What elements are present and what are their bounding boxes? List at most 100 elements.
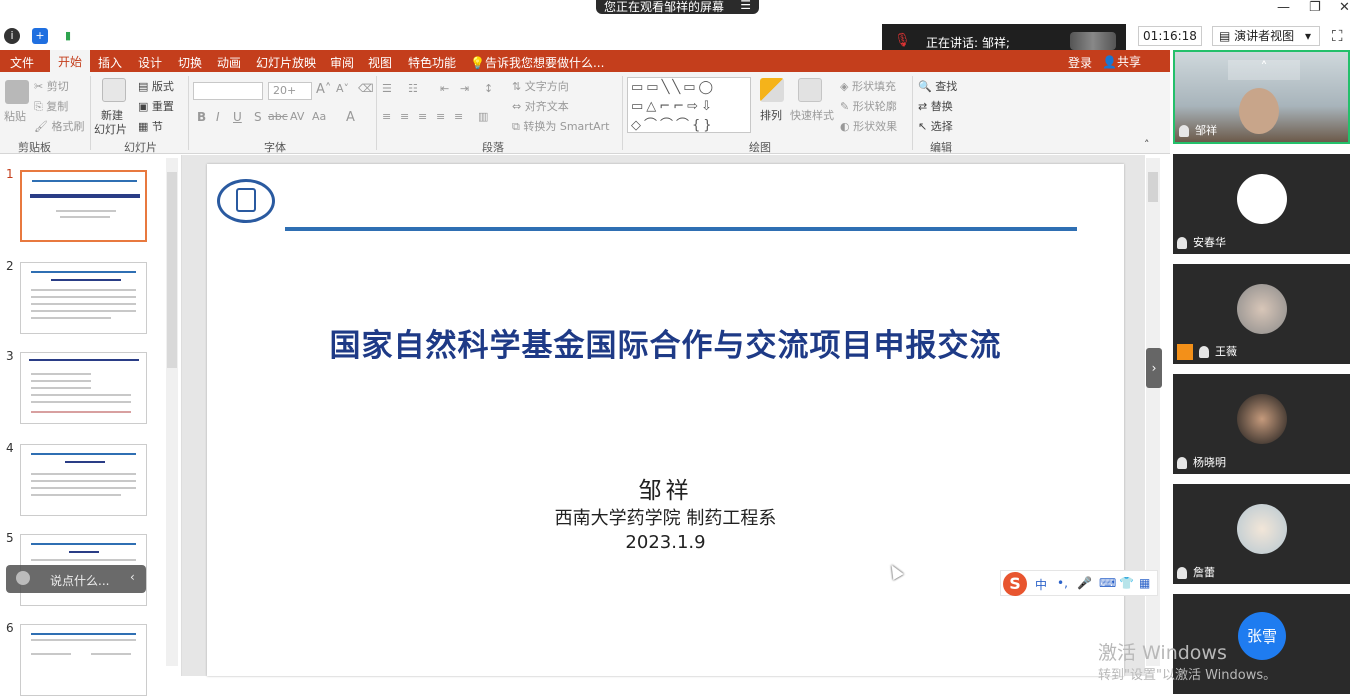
collapse-ribbon-icon[interactable]: ˄: [1144, 138, 1150, 151]
participant-tile[interactable]: 詹蕾: [1173, 484, 1350, 584]
sogou-logo-icon[interactable]: S: [1003, 572, 1027, 596]
voice-input-icon[interactable]: 🎤: [1077, 576, 1092, 590]
skin-icon[interactable]: 👕: [1119, 576, 1134, 590]
arrange-icon[interactable]: [760, 78, 784, 102]
copy-button[interactable]: ⎘ 复制: [34, 98, 68, 114]
arrange-label[interactable]: 排列: [760, 107, 782, 123]
maximize-icon[interactable]: ❐: [1309, 0, 1321, 15]
select-button[interactable]: ↖ 选择: [918, 118, 953, 134]
align-center-icon[interactable]: ≡: [400, 110, 409, 123]
toolbox-icon[interactable]: ▦: [1139, 576, 1150, 590]
find-button[interactable]: 🔍 查找: [918, 78, 957, 94]
quick-styles-label[interactable]: 快速样式: [790, 107, 834, 123]
layout-button[interactable]: ▤ 版式: [138, 78, 174, 94]
new-slide-icon[interactable]: [102, 78, 126, 102]
tab-special-features[interactable]: 特色功能: [408, 54, 456, 71]
tab-animations[interactable]: 动画: [217, 54, 241, 71]
quick-styles-icon[interactable]: [798, 78, 822, 102]
security-shield-icon[interactable]: +: [32, 28, 48, 44]
new-slide-label-2[interactable]: 幻灯片: [94, 121, 127, 137]
tab-view[interactable]: 视图: [368, 54, 392, 71]
tell-me-search[interactable]: 💡告诉我您想要做什么...: [470, 54, 604, 71]
replace-button[interactable]: ⇄ 替换: [918, 98, 953, 114]
minimize-icon[interactable]: —: [1277, 0, 1290, 15]
ime-chinese-mode[interactable]: 中: [1035, 576, 1047, 593]
text-direction-button[interactable]: ⇅ 文字方向: [512, 78, 569, 94]
numbering-icon[interactable]: ☷: [408, 82, 418, 95]
tab-slideshow[interactable]: 幻灯片放映: [256, 54, 316, 71]
shape-effects-button[interactable]: ◐ 形状效果: [840, 118, 897, 134]
chat-input-box[interactable]: 说点什么... ‹: [6, 565, 146, 593]
decrease-indent-icon[interactable]: ⇤: [440, 82, 449, 95]
current-slide[interactable]: 国家自然科学基金国际合作与交流项目申报交流 邹祥 西南大学药学院 制药工程系 2…: [207, 164, 1124, 676]
scroll-up-icon[interactable]: ˄: [1228, 60, 1300, 80]
cut-button[interactable]: ✂ 剪切: [34, 78, 69, 94]
collapse-panel-button[interactable]: ›: [1146, 348, 1162, 388]
increase-indent-icon[interactable]: ⇥: [460, 82, 469, 95]
format-painter-button[interactable]: 🖌 格式刷: [34, 118, 84, 134]
slide-thumbnail-6[interactable]: [20, 624, 147, 696]
shape-fill-button[interactable]: ◈ 形状填充: [840, 78, 896, 94]
change-case-icon[interactable]: Aa: [312, 110, 326, 123]
shapes-gallery[interactable]: ▭▭╲╲▭◯ ▭△⌐⌐⇨⇩ ◇⌒⌒⌒{}: [627, 77, 751, 133]
tab-review[interactable]: 审阅: [330, 54, 354, 71]
close-icon[interactable]: ✕: [1339, 0, 1350, 15]
tab-file[interactable]: 文件: [10, 54, 34, 71]
participant-tile[interactable]: 杨晓明: [1173, 374, 1350, 474]
scrollbar-thumb[interactable]: [167, 172, 177, 368]
align-text-button[interactable]: ⇔ 对齐文本: [512, 98, 569, 114]
emoji-icon[interactable]: [16, 571, 30, 585]
grow-font-icon[interactable]: A˄: [316, 82, 331, 97]
reset-button[interactable]: ▣ 重置: [138, 98, 174, 114]
bullets-icon[interactable]: ☰: [382, 82, 392, 95]
chevron-left-icon[interactable]: ‹: [130, 570, 135, 584]
slide-thumbnail-4[interactable]: [20, 444, 147, 516]
thumbnails-scrollbar[interactable]: [166, 158, 178, 666]
tab-design[interactable]: 设计: [138, 54, 162, 71]
shape-outline-button[interactable]: ✎ 形状轮廓: [840, 98, 897, 114]
distributed-icon[interactable]: ≡: [454, 110, 463, 123]
line-spacing-icon[interactable]: ↕: [484, 82, 493, 95]
font-family-box[interactable]: [193, 82, 263, 100]
shrink-font-icon[interactable]: A˅: [336, 82, 349, 95]
italic-icon[interactable]: I: [216, 110, 220, 124]
shadow-icon[interactable]: S: [254, 110, 262, 124]
tab-home[interactable]: 开始: [50, 50, 91, 72]
strikethrough-icon[interactable]: abc: [268, 110, 288, 123]
tab-insert[interactable]: 插入: [98, 54, 122, 71]
presenter-view-button[interactable]: ▤ 演讲者视图 ▾: [1212, 26, 1320, 46]
columns-icon[interactable]: ▥: [478, 110, 488, 123]
slide-thumbnail-2[interactable]: [20, 262, 147, 334]
participant-tile[interactable]: 王薇: [1173, 264, 1350, 364]
info-icon[interactable]: i: [4, 28, 20, 44]
slide-author[interactable]: 邹祥: [207, 471, 1124, 505]
underline-icon[interactable]: U: [233, 110, 242, 124]
slide-affiliation[interactable]: 西南大学药学院 制药工程系: [207, 504, 1124, 530]
align-right-icon[interactable]: ≡: [418, 110, 427, 123]
scroll-down-icon[interactable]: ˅: [1238, 640, 1298, 654]
punctuation-icon[interactable]: •,: [1057, 576, 1068, 590]
paste-label[interactable]: 粘贴: [4, 108, 26, 124]
slide-thumbnail-3[interactable]: [20, 352, 147, 424]
smartart-button[interactable]: ⧉ 转换为 SmartArt: [512, 118, 610, 134]
tab-transitions[interactable]: 切换: [178, 54, 202, 71]
slide-thumbnail-1[interactable]: [20, 170, 147, 242]
clear-format-icon[interactable]: ⌫: [358, 82, 374, 95]
scrollbar-thumb[interactable]: [1148, 172, 1158, 202]
char-spacing-icon[interactable]: AV: [290, 110, 304, 123]
font-size-box[interactable]: 20+: [268, 82, 312, 100]
section-button[interactable]: ▦ 节: [138, 118, 163, 134]
login-link[interactable]: 登录: [1068, 54, 1092, 71]
slide-date[interactable]: 2023.1.9: [207, 532, 1124, 553]
justify-icon[interactable]: ≡: [436, 110, 445, 123]
font-color-icon[interactable]: A: [346, 110, 355, 125]
ime-toolbar[interactable]: S 中 •, 🎤 ⌨ 👕 ▦: [1000, 570, 1158, 596]
align-left-icon[interactable]: ≡: [382, 110, 391, 123]
share-menu-icon[interactable]: ☰: [740, 0, 751, 12]
screen-share-indicator[interactable]: 您正在观看邹祥的屏幕 ☰: [596, 0, 759, 14]
signal-bars-icon[interactable]: ▮: [60, 28, 76, 44]
share-button[interactable]: 👤共享: [1102, 53, 1141, 70]
paste-icon[interactable]: [5, 80, 29, 104]
participant-tile[interactable]: 安春华: [1173, 154, 1350, 254]
fullscreen-icon[interactable]: ⛶: [1332, 27, 1343, 45]
